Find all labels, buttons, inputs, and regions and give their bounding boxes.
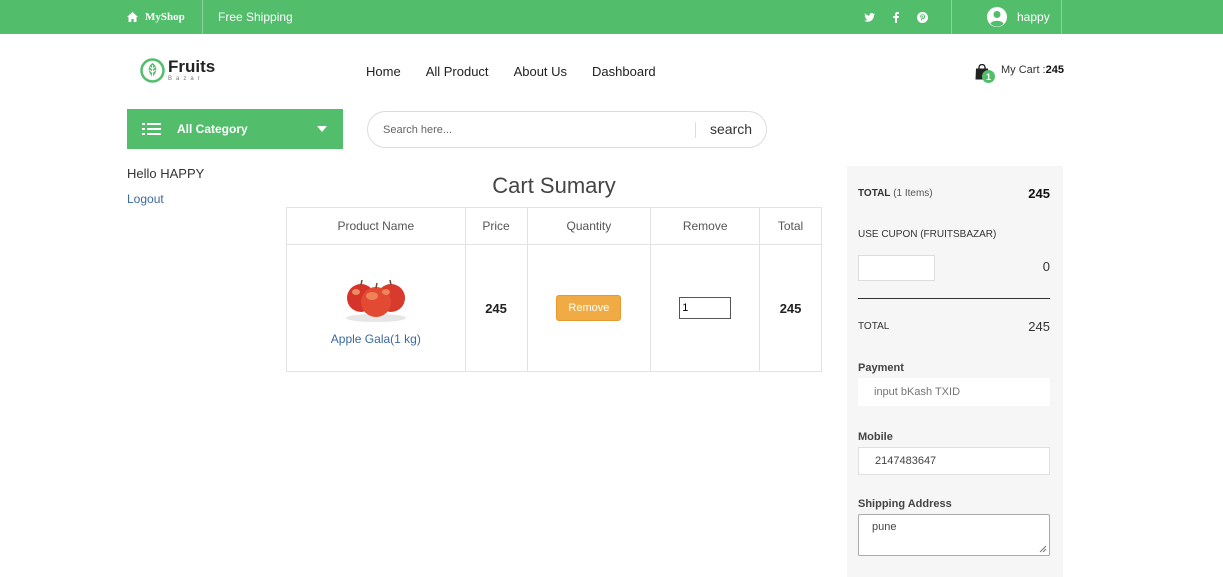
- mobile-input[interactable]: [858, 447, 1050, 475]
- product-price: 245: [485, 300, 507, 316]
- coupon-discount-value: 0: [1042, 259, 1050, 274]
- quantity-cell: Remove: [526, 244, 652, 372]
- divider: [1061, 0, 1062, 34]
- twitter-icon[interactable]: [864, 12, 875, 22]
- nav-about-us[interactable]: About Us: [514, 64, 567, 79]
- cart-table: Product Name Price Quantity Remove Total: [286, 207, 822, 372]
- row-total: 245: [779, 300, 802, 316]
- top-bar: MyShop Free Shipping happy: [0, 0, 1223, 34]
- remove-button[interactable]: Remove: [556, 295, 622, 321]
- grand-total-value: 245: [1028, 319, 1050, 334]
- main-nav: Home All Product About Us Dashboard: [366, 64, 656, 79]
- column-header-quantity: Quantity: [526, 207, 652, 245]
- total-items-row: TOTAL (1 Items) 245: [858, 186, 1050, 201]
- list-icon: [142, 123, 161, 135]
- coupon-label: USE CUPON (FRUITSBAZAR): [858, 229, 997, 240]
- table-header-row: Product Name Price Quantity Remove Total: [286, 207, 822, 245]
- logout-link[interactable]: Logout: [127, 192, 164, 206]
- column-header-product: Product Name: [286, 207, 466, 245]
- all-category-dropdown[interactable]: All Category: [127, 109, 343, 149]
- social-links: [864, 0, 928, 34]
- chevron-down-icon: [317, 126, 327, 132]
- search-button[interactable]: search: [710, 121, 752, 137]
- quantity-input[interactable]: [679, 297, 732, 319]
- category-label: All Category: [177, 122, 248, 136]
- grand-total-label: TOTAL: [858, 321, 890, 332]
- shop-link[interactable]: MyShop: [127, 0, 185, 34]
- total-cell: 245: [759, 244, 822, 372]
- nav-home[interactable]: Home: [366, 64, 401, 79]
- payment-label: Payment: [858, 362, 904, 374]
- column-header-total: Total: [759, 207, 822, 245]
- product-name-link[interactable]: Apple Gala(1 kg): [287, 332, 465, 346]
- total-label: TOTAL: [858, 188, 891, 199]
- resize-handle-icon[interactable]: [1039, 545, 1047, 553]
- shipping-address-label: Shipping Address: [858, 498, 952, 510]
- home-icon: [127, 12, 138, 22]
- column-header-remove: Remove: [650, 207, 761, 245]
- shipping-address-value: pune: [872, 521, 897, 533]
- price-cell: 245: [464, 244, 528, 372]
- items-count: (1 Items): [893, 188, 933, 199]
- nav-all-product[interactable]: All Product: [426, 64, 489, 79]
- divider: [202, 0, 203, 34]
- cart-link[interactable]: 1 My Cart :245: [975, 64, 1064, 83]
- search-bar: search: [367, 111, 767, 148]
- free-shipping-text: Free Shipping: [218, 10, 293, 24]
- user-avatar-icon: [987, 7, 1007, 27]
- payment-txid-input[interactable]: [858, 378, 1050, 406]
- table-row: Apple Gala(1 kg) 245 Remove 245: [286, 244, 822, 372]
- cart-count-badge: 1: [982, 70, 995, 83]
- divider: [951, 0, 952, 34]
- cart-summary-title: Cart Sumary: [492, 173, 616, 198]
- nav-dashboard[interactable]: Dashboard: [592, 64, 656, 79]
- logo-subtitle: Bazar: [168, 75, 204, 82]
- username: happy: [1017, 10, 1050, 24]
- order-summary-panel: TOTAL (1 Items) 245 USE CUPON (FRUITSBAZ…: [847, 166, 1063, 577]
- mobile-label: Mobile: [858, 431, 893, 443]
- pinterest-icon[interactable]: [917, 11, 928, 23]
- user-menu[interactable]: happy: [987, 0, 1050, 34]
- cart-label: My Cart :: [1001, 64, 1046, 76]
- column-header-price: Price: [464, 207, 528, 245]
- search-input[interactable]: [383, 121, 683, 139]
- shop-name: MyShop: [145, 11, 185, 23]
- summary-divider: [858, 298, 1050, 299]
- grand-total-row: TOTAL 245: [858, 319, 1050, 334]
- leaf-logo-icon: [140, 58, 165, 83]
- site-logo[interactable]: Fruits Bazar: [140, 58, 215, 83]
- search-divider: [695, 122, 696, 138]
- facebook-icon[interactable]: [893, 11, 899, 23]
- product-cell: Apple Gala(1 kg): [286, 244, 466, 372]
- greeting-text: Hello HAPPY: [127, 166, 205, 181]
- remove-cell: [650, 244, 761, 372]
- logo-name: Fruits: [168, 56, 216, 76]
- coupon-value-row: 0: [858, 259, 1050, 274]
- shipping-address-textarea[interactable]: pune: [858, 514, 1050, 556]
- coupon-row: USE CUPON (FRUITSBAZAR): [858, 229, 1050, 240]
- apple-product-image[interactable]: [341, 271, 411, 323]
- total-value: 245: [1028, 186, 1050, 201]
- cart-total: 245: [1045, 64, 1064, 76]
